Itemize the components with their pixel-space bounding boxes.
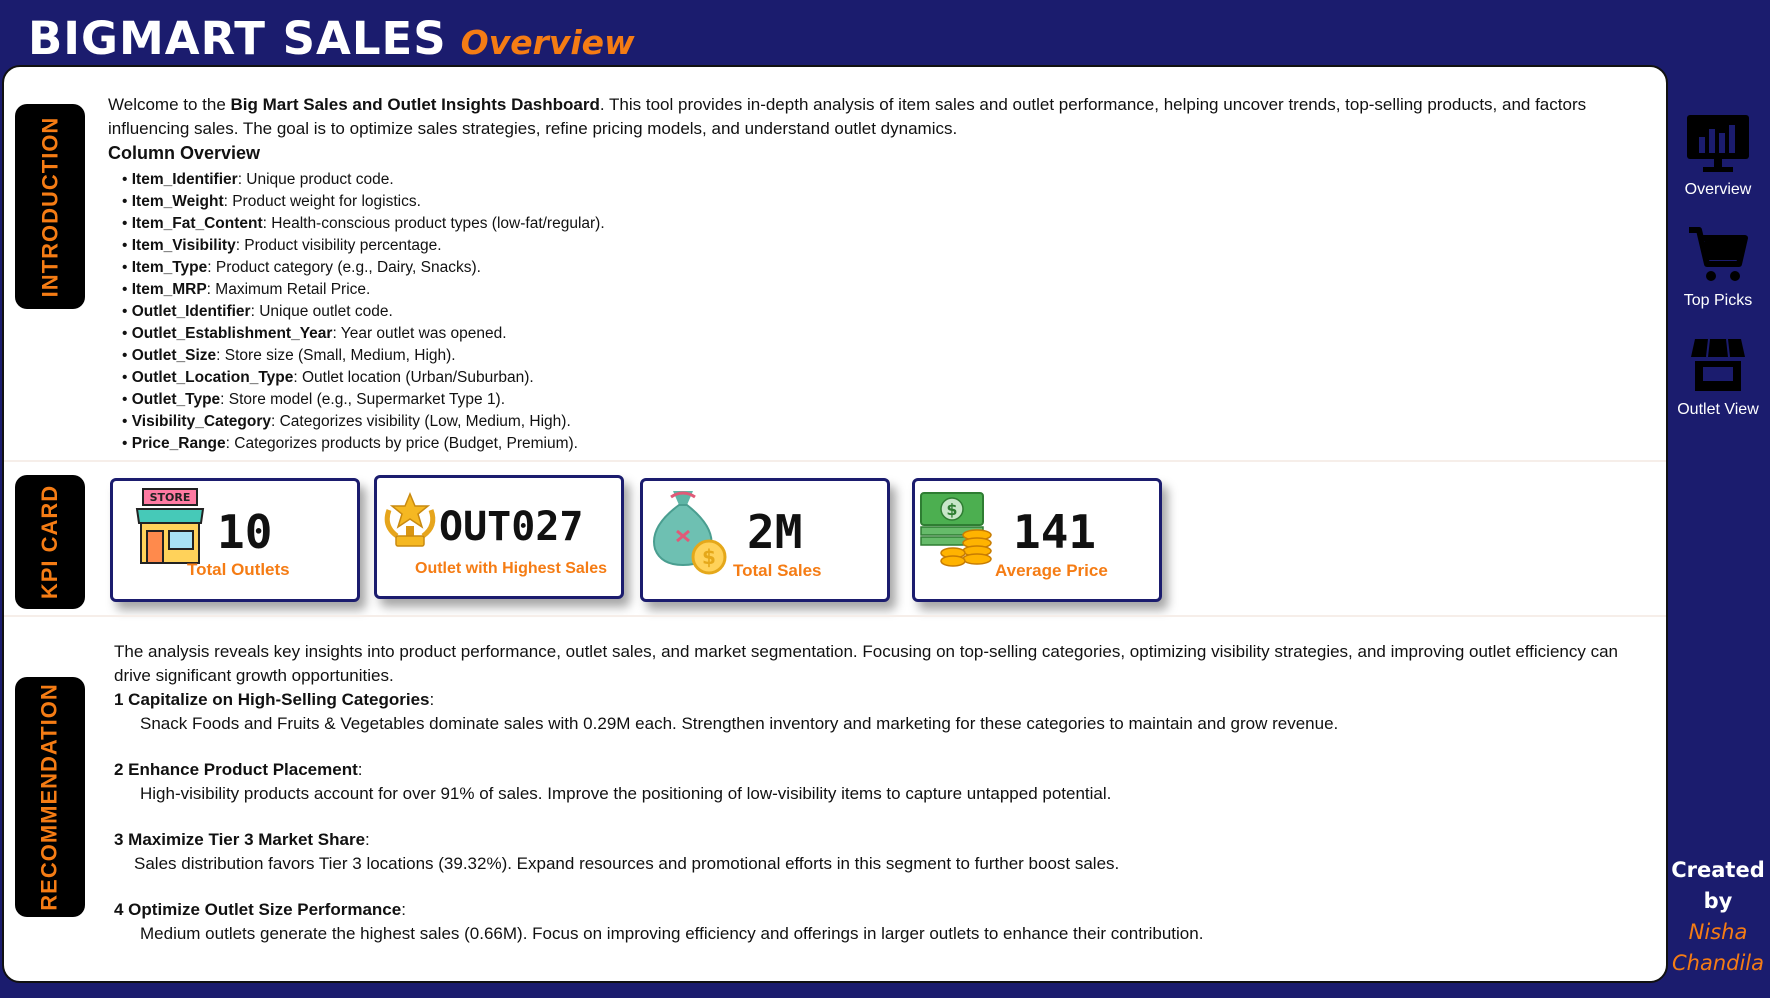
list-item: Outlet_Size: Store size (Small, Medium, …	[122, 345, 1628, 367]
kpi-card-top-outlet: OUT027 Outlet with Highest Sales	[374, 475, 624, 599]
cash-coins-icon: $	[920, 492, 992, 567]
credit-created: Created	[1671, 858, 1765, 882]
recommendation-item: 2 Enhance Product Placement: High-visibi…	[114, 760, 1112, 803]
column-overview-heading: Column Overview	[108, 143, 261, 163]
nav-overview-button[interactable]: Overview	[1668, 113, 1768, 199]
page-subtitle: Overview	[460, 23, 635, 62]
storefront-icon	[1691, 338, 1745, 391]
recommendation-tag: RECOMMENDATION	[15, 677, 85, 917]
kpi-value: OUT027	[439, 504, 584, 550]
page-header: BIGMART SALES Overview	[28, 12, 635, 68]
kpi-card-total-sales: $ 2M Total Sales	[640, 478, 890, 602]
list-item: Outlet_Type: Store model (e.g., Supermar…	[122, 389, 1628, 411]
kpi-card-average-price: $ 141 Average Price	[912, 478, 1162, 602]
svg-text:STORE: STORE	[150, 491, 191, 504]
recommendation-intro: The analysis reveals key insights into p…	[114, 642, 1619, 685]
kpi-value: 10	[217, 505, 273, 559]
kpi-value: 141	[1013, 505, 1097, 559]
nav-top-picks-button[interactable]: Top Picks	[1668, 224, 1768, 310]
list-item: Item_MRP: Maximum Retail Price.	[122, 279, 1628, 301]
author-last-name: Chandila	[1671, 951, 1765, 975]
nav-label: Outlet View	[1677, 401, 1759, 418]
introduction-section: Welcome to the Big Mart Sales and Outlet…	[108, 93, 1628, 455]
kpi-label: Average Price	[995, 561, 1108, 580]
kpi-label: Total Sales	[733, 561, 822, 580]
recommendation-item: 4 Optimize Outlet Size Performance: Medi…	[114, 900, 1204, 943]
intro-paragraph: Welcome to the Big Mart Sales and Outlet…	[108, 95, 1587, 138]
list-item: Visibility_Category: Categorizes visibil…	[122, 411, 1628, 433]
list-item: Outlet_Location_Type: Outlet location (U…	[122, 367, 1628, 389]
recommendation-item: 3 Maximize Tier 3 Market Share: Sales di…	[114, 830, 1120, 873]
nav-label: Overview	[1684, 181, 1752, 198]
nav-outlet-view-button[interactable]: Outlet View	[1668, 335, 1768, 419]
main-panel: INTRODUCTION Welcome to the Big Mart Sal…	[2, 65, 1668, 983]
author-first-name: Nisha	[1688, 920, 1748, 944]
introduction-tag: INTRODUCTION	[15, 104, 85, 309]
page-title: BIGMART SALES	[28, 12, 447, 65]
list-item: Outlet_Establishment_Year: Year outlet w…	[122, 323, 1628, 345]
recommendation-item: 1 Capitalize on High-Selling Categories:…	[114, 690, 1339, 733]
list-item: Item_Visibility: Product visibility perc…	[122, 235, 1628, 257]
kpi-label: Outlet with Highest Sales	[415, 560, 608, 577]
list-item: Outlet_Identifier: Unique outlet code.	[122, 301, 1628, 323]
kpi-label: Total Outlets	[187, 560, 290, 579]
section-divider	[4, 615, 1666, 617]
money-bag-icon: $	[653, 491, 727, 575]
section-divider	[4, 460, 1666, 462]
kpi-card-tag: KPI CARD	[15, 475, 85, 609]
kpi-card-total-outlets: STORE 10 Total Outlets	[110, 478, 360, 602]
svg-text:$: $	[702, 545, 716, 569]
store-icon: STORE	[135, 488, 205, 564]
chart-monitor-icon	[1687, 115, 1749, 172]
list-item: Price_Range: Categorizes products by pri…	[122, 433, 1628, 455]
list-item: Item_Weight: Product weight for logistic…	[122, 191, 1628, 213]
list-item: Item_Type: Product category (e.g., Dairy…	[122, 257, 1628, 279]
list-item: Item_Fat_Content: Health-conscious produ…	[122, 213, 1628, 235]
svg-text:$: $	[946, 500, 957, 519]
trophy-icon	[384, 492, 436, 547]
column-list: Item_Identifier: Unique product code. It…	[108, 169, 1628, 455]
cart-icon	[1689, 227, 1748, 281]
nav-label: Top Picks	[1683, 292, 1753, 309]
credit-by: by	[1703, 889, 1733, 913]
list-item: Item_Identifier: Unique product code.	[122, 169, 1628, 191]
kpi-value: 2M	[747, 505, 803, 559]
recommendation-section: The analysis reveals key insights into p…	[114, 640, 1634, 946]
credit-block: Created by Nisha Chandila	[1668, 855, 1768, 979]
